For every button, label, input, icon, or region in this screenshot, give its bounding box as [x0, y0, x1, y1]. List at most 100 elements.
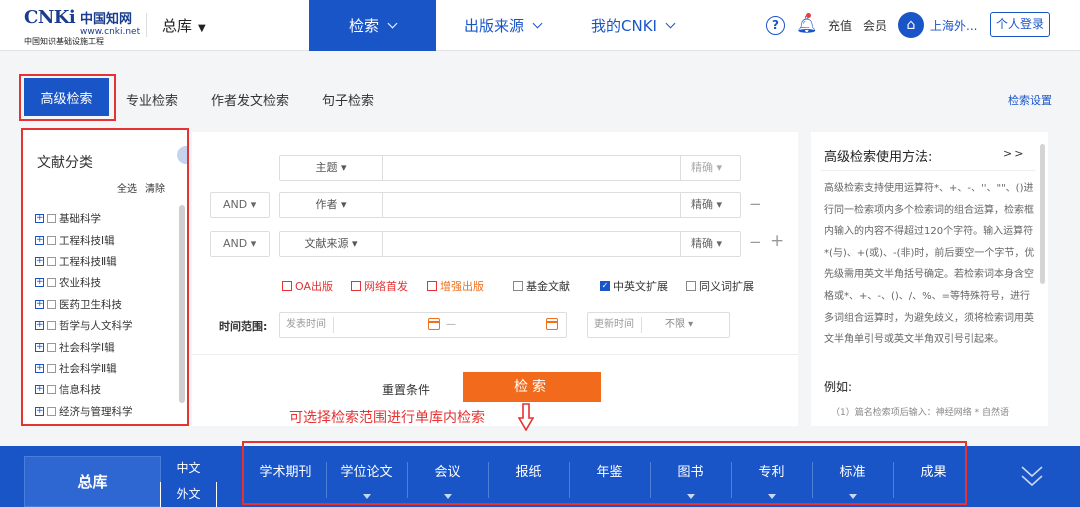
help-more-link[interactable]: >>	[1003, 147, 1025, 160]
help-title: 高级检索使用方法:	[824, 150, 933, 165]
checkbox[interactable]	[427, 281, 437, 291]
option-online-first[interactable]: 网络首发	[351, 278, 408, 294]
help-icon[interactable]: ?	[766, 16, 785, 35]
example-text: （1）篇名检索项后输入：神经网络 * 自然语	[831, 408, 1009, 418]
search-settings-link[interactable]: 检索设置	[1008, 92, 1052, 108]
unlimited-select[interactable]: 不限 ▾	[665, 313, 693, 337]
category-item[interactable]: + 社会科学Ⅱ辑	[35, 358, 175, 379]
category-actions: 全选 清除	[117, 180, 173, 195]
checkbox-checked[interactable]: ✓	[600, 281, 610, 291]
clear-link[interactable]: 清除	[145, 184, 165, 195]
tab-professional-search[interactable]: 专业检索	[126, 90, 178, 109]
help-scrollbar[interactable]	[1040, 144, 1045, 284]
boolean-select[interactable]: AND ▾	[210, 192, 270, 218]
category-item[interactable]: + 哲学与人文科学	[35, 315, 175, 336]
database-select[interactable]: 总库 ▼	[162, 15, 206, 36]
category-label: 社会科学Ⅰ辑	[59, 341, 115, 354]
divider	[146, 13, 147, 37]
checkbox[interactable]	[282, 281, 292, 291]
chevron-down-icon	[387, 18, 398, 29]
member-link[interactable]: 会员	[863, 17, 887, 34]
category-item[interactable]: + 工程科技Ⅰ辑	[35, 229, 175, 250]
boolean-select[interactable]: AND ▾	[210, 231, 270, 257]
checkbox[interactable]	[47, 235, 56, 245]
category-item[interactable]: + 工程科技Ⅱ辑	[35, 251, 175, 272]
checkbox[interactable]	[47, 385, 56, 395]
checkbox[interactable]	[47, 321, 56, 331]
option-fund[interactable]: 基金文献	[513, 278, 570, 294]
annotation-arrow-icon	[518, 403, 534, 431]
select-all-link[interactable]: 全选	[117, 184, 137, 195]
checkbox[interactable]	[351, 281, 361, 291]
field-type-select[interactable]: 文献来源 ▾	[280, 232, 383, 256]
nav-search[interactable]: 检索	[309, 0, 436, 51]
category-scrollbar[interactable]	[179, 205, 185, 403]
expand-icon[interactable]: +	[35, 278, 44, 288]
checkbox[interactable]	[513, 281, 523, 291]
category-item[interactable]: + 农业科技	[35, 272, 175, 293]
total-library-tab[interactable]: 总库	[24, 456, 161, 507]
publish-time-label: 发表时间	[286, 319, 326, 330]
search-button[interactable]: 检索	[463, 372, 601, 402]
nav-publication-source[interactable]: 出版来源	[464, 0, 543, 51]
category-list: + 基础科学 + 工程科技Ⅰ辑 + 工程科技Ⅱ辑 + 农业科技 + 医药卫生科技 + 哲学与…	[35, 208, 175, 422]
checkbox[interactable]	[47, 214, 56, 224]
lang-chinese[interactable]: 中文	[160, 456, 217, 482]
option-oa[interactable]: OA出版	[282, 278, 333, 294]
category-item[interactable]: + 医药卫生科技	[35, 294, 175, 315]
option-cn-en-expand[interactable]: ✓ 中英文扩展	[600, 278, 668, 294]
tab-sentence-search[interactable]: 句子检索	[322, 90, 374, 109]
logo-cn: 中国知网	[80, 12, 133, 27]
category-item[interactable]: + 基础科学	[35, 208, 175, 229]
recharge-link[interactable]: 充值	[828, 17, 852, 34]
expand-icon[interactable]: +	[35, 299, 44, 309]
category-item[interactable]: + 社会科学Ⅰ辑	[35, 336, 175, 357]
add-row-icon[interactable]: +	[770, 231, 784, 251]
category-item[interactable]: + 经济与管理科学	[35, 401, 175, 422]
match-select[interactable]: 精确 ▾	[680, 232, 740, 256]
collapse-handle[interactable]	[177, 146, 187, 164]
update-time-field[interactable]: 更新时间 不限 ▾	[587, 312, 730, 338]
expand-down-icon[interactable]	[1020, 463, 1044, 491]
publish-time-field[interactable]: 发表时间 —	[279, 312, 567, 338]
expand-icon[interactable]: +	[35, 256, 44, 266]
category-item[interactable]: + 信息科技	[35, 379, 175, 400]
checkbox[interactable]	[47, 363, 56, 373]
checkbox[interactable]	[47, 342, 56, 352]
match-select[interactable]: 精确 ▾	[680, 193, 740, 217]
institution-name[interactable]: 上海外...	[930, 17, 977, 34]
nav-my-cnki[interactable]: 我的CNKI	[591, 0, 676, 51]
lang-foreign[interactable]: 外文	[160, 482, 217, 507]
institution-icon[interactable]: ⌂	[898, 12, 924, 38]
expand-icon[interactable]: +	[35, 385, 44, 395]
calendar-icon[interactable]	[428, 318, 440, 330]
expand-icon[interactable]: +	[35, 214, 44, 224]
expand-icon[interactable]: +	[35, 342, 44, 352]
expand-icon[interactable]: +	[35, 363, 44, 373]
personal-login-button[interactable]: 个人登录	[990, 12, 1050, 37]
match-select[interactable]: 精确 ▾	[680, 156, 740, 180]
cnki-logo[interactable]: CNKi 中国知网 www.cnki.net 中国知识基础设施工程	[24, 7, 140, 46]
option-synonym-expand[interactable]: 同义词扩展	[686, 278, 754, 294]
remove-row-icon[interactable]: −	[749, 233, 762, 251]
checkbox[interactable]	[47, 406, 56, 416]
expand-icon[interactable]: +	[35, 406, 44, 416]
field-type-select[interactable]: 主题 ▾	[280, 156, 383, 180]
checkbox[interactable]	[686, 281, 696, 291]
notification-dot	[806, 13, 811, 18]
search-tabs: 高级检索 专业检索 作者发文检索 句子检索 检索设置	[0, 72, 1080, 122]
bell-icon[interactable]: 🔔︎	[796, 15, 818, 35]
reset-button[interactable]: 重置条件	[382, 381, 430, 398]
remove-row-icon[interactable]: −	[749, 195, 762, 213]
calendar-icon[interactable]	[546, 318, 558, 330]
checkbox[interactable]	[47, 278, 56, 288]
expand-icon[interactable]: +	[35, 321, 44, 331]
expand-icon[interactable]: +	[35, 235, 44, 245]
option-enhanced[interactable]: 增强出版	[427, 278, 484, 294]
category-label: 哲学与人文科学	[59, 320, 133, 333]
tab-author-search[interactable]: 作者发文检索	[211, 90, 289, 109]
checkbox[interactable]	[47, 256, 56, 266]
field-type-select[interactable]: 作者 ▾	[280, 193, 383, 217]
checkbox[interactable]	[47, 299, 56, 309]
tab-advanced-search[interactable]: 高级检索	[24, 78, 109, 116]
